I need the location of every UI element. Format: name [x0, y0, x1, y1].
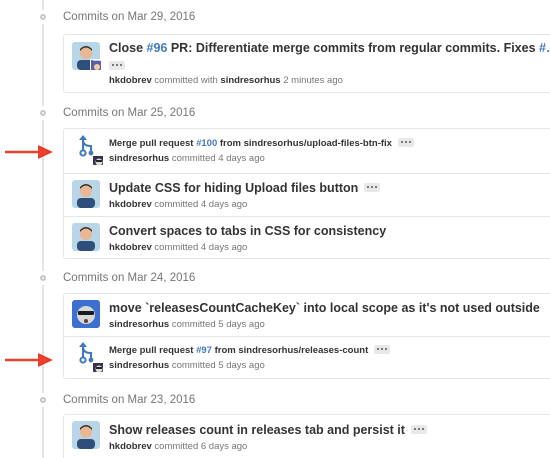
commit-group-header: Commits on Mar 23, 2016 [36, 390, 195, 410]
commit-list: Close #96 PR: Differentiate merge commit… [63, 34, 550, 93]
commit-row: Update CSS for hiding Upload files butto… [64, 173, 550, 216]
commit-group-header: Commits on Mar 25, 2016 [36, 103, 195, 123]
timeline-dot-icon [36, 271, 50, 285]
commit-title-link[interactable]: Show releases count in releases tab and … [109, 423, 427, 437]
commit-list: Show releases count in releases tab and … [63, 414, 550, 458]
commit-title-link[interactable]: Close #96 PR: Differentiate merge commit… [109, 41, 550, 55]
author-link[interactable]: sindresorhus [109, 319, 169, 330]
commit-title-link[interactable]: Merge pull request #100 from sindresorhu… [109, 137, 414, 149]
group-date-label: Commits on Mar 24, 2016 [63, 272, 196, 284]
author-link[interactable]: sindresorhus [109, 360, 169, 371]
avatar[interactable] [92, 154, 104, 166]
expand-message-button[interactable] [374, 344, 391, 354]
pr-link[interactable]: #97 [196, 345, 212, 356]
commit-row: Convert spaces to tabs in CSS for consis… [64, 216, 550, 258]
commit-meta: hkdobrev committed 4 days ago [109, 199, 248, 210]
annotation-arrow-1 [5, 145, 53, 159]
commit-title-link[interactable]: move `releasesCountCacheKey` into local … [109, 301, 540, 315]
group-date-label: Commits on Mar 29, 2016 [63, 11, 196, 23]
commit-meta: hkdobrev committed 6 days ago [109, 441, 248, 452]
coauthor-link[interactable]: sindresorhus [220, 75, 280, 86]
expand-message-button[interactable] [410, 425, 427, 435]
author-link[interactable]: hkdobrev [109, 242, 152, 253]
commit-meta: sindresorhus committed 5 days ago [109, 360, 265, 371]
commit-row: move `releasesCountCacheKey` into local … [64, 294, 550, 336]
timeline-dot-icon [36, 10, 50, 24]
commit-row: Show releases count in releases tab and … [64, 415, 550, 458]
group-date-label: Commits on Mar 23, 2016 [63, 394, 196, 406]
annotation-arrow-2 [5, 353, 53, 367]
expand-message-button[interactable] [109, 61, 125, 70]
avatar[interactable] [72, 180, 100, 208]
pr-link[interactable]: #96 [147, 41, 168, 55]
commit-meta: hkdobrev committed with sindresorhus 2 m… [109, 75, 343, 86]
group-date-label: Commits on Mar 25, 2016 [63, 107, 196, 119]
author-link[interactable]: hkdobrev [109, 199, 152, 210]
commit-title-link[interactable]: Update CSS for hiding Upload files butto… [109, 181, 381, 195]
commit-group-header: Commits on Mar 24, 2016 [36, 268, 195, 288]
coauthor-avatar[interactable] [90, 59, 102, 71]
expand-message-button[interactable] [397, 137, 414, 147]
issue-link[interactable]: #… [539, 41, 550, 55]
author-link[interactable]: hkdobrev [109, 75, 152, 86]
avatar[interactable] [72, 300, 100, 328]
avatar[interactable] [92, 361, 104, 373]
pr-link[interactable]: #100 [196, 138, 217, 149]
commit-title-link[interactable]: Merge pull request #97 from sindresorhus… [109, 344, 391, 356]
commit-row: Merge pull request #100 from sindresorhu… [64, 129, 550, 173]
commit-row: Close #96 PR: Differentiate merge commit… [64, 35, 550, 92]
commit-row: Merge pull request #97 from sindresorhus… [64, 336, 550, 378]
author-link[interactable]: sindresorhus [109, 153, 169, 164]
commit-meta: sindresorhus committed 5 days ago [109, 319, 265, 330]
commit-title-link[interactable]: Convert spaces to tabs in CSS for consis… [109, 224, 386, 238]
commit-group-header: Commits on Mar 29, 2016 [36, 7, 195, 27]
commit-meta: sindresorhus committed 4 days ago [109, 153, 265, 164]
avatar[interactable] [72, 421, 100, 449]
timeline-dot-icon [36, 393, 50, 407]
author-link[interactable]: hkdobrev [109, 441, 152, 452]
commit-meta: hkdobrev committed 4 days ago [109, 242, 248, 253]
commit-list: Merge pull request #100 from sindresorhu… [63, 128, 550, 259]
avatar[interactable] [72, 223, 100, 251]
commit-list: move `releasesCountCacheKey` into local … [63, 293, 550, 379]
timeline-dot-icon [36, 106, 50, 120]
expand-message-button[interactable] [364, 183, 381, 193]
